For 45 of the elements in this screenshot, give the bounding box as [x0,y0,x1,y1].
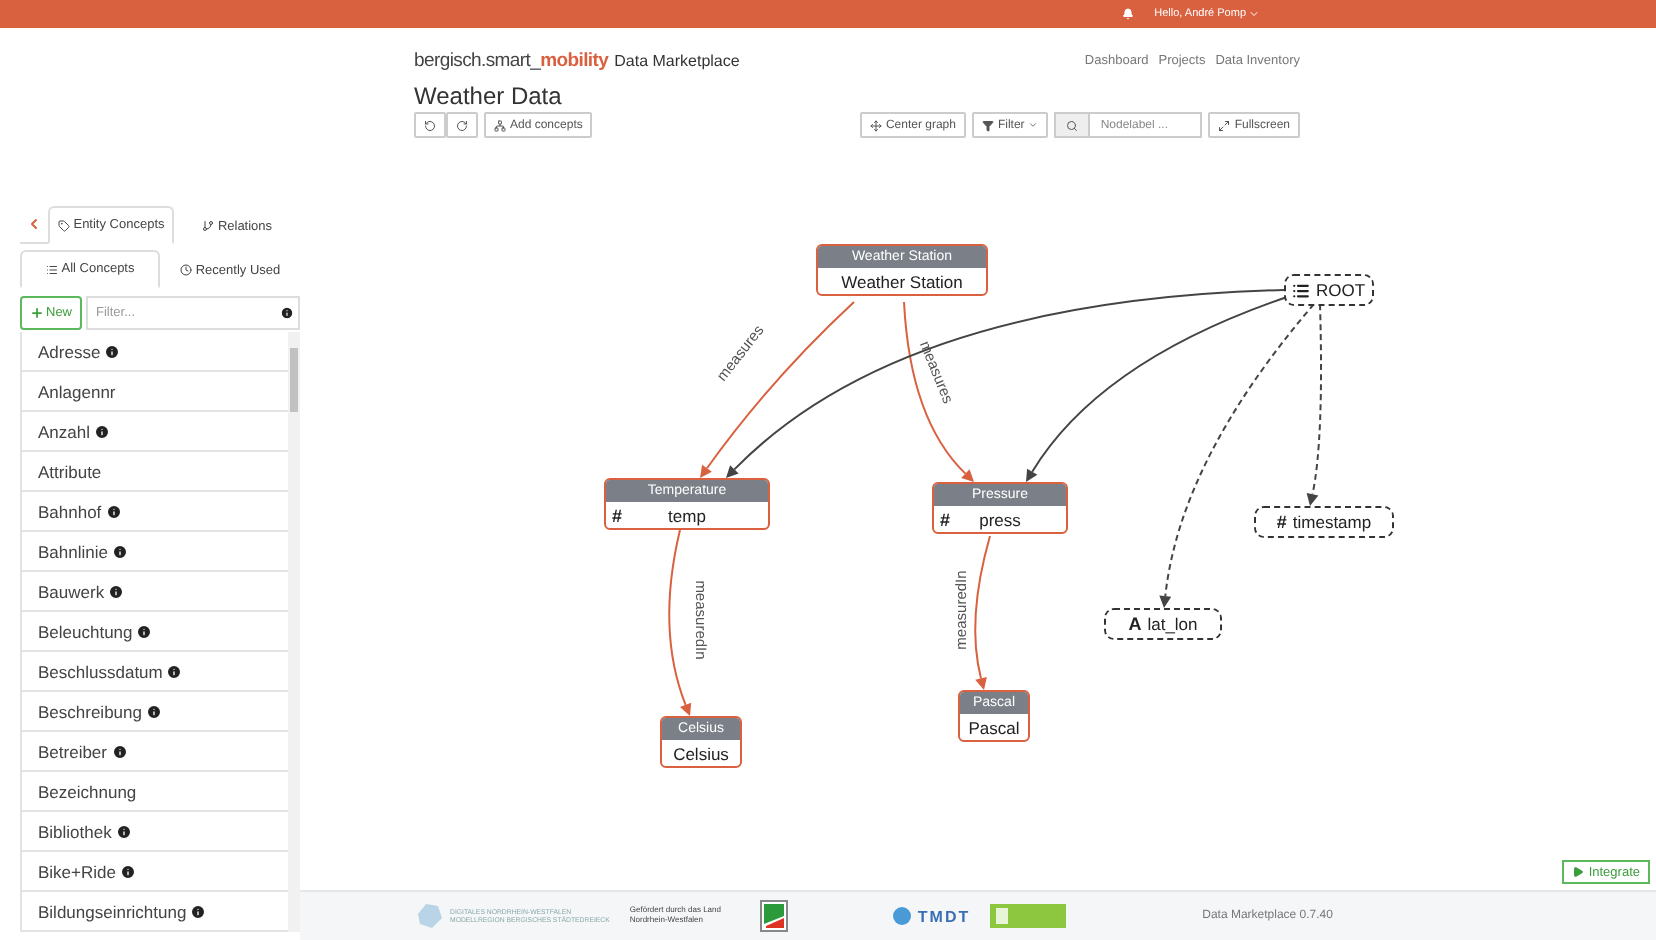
concept-name: Beschreibung [38,701,142,721]
network-icon [494,119,506,131]
branch-icon [201,220,214,232]
tag-icon [57,219,70,231]
concept-name: Anzahl [38,421,90,441]
concept-name: Beleuchtung [38,621,133,641]
coat-of-arms-icon [759,900,788,932]
concept-name: Beschlussdatum [38,661,163,681]
clock-icon [179,264,192,276]
play-icon [1572,866,1585,878]
move-icon [869,119,882,131]
partner-logo: TMDT [917,907,971,925]
globe-icon [891,906,912,926]
chevron-left-icon [26,216,42,232]
caret-icon [1248,8,1260,20]
concept-name: Adresse [38,341,101,361]
concept-name: Anlagennr [38,381,116,401]
filter-icon [981,119,994,131]
plus-icon [30,306,44,320]
bell-icon[interactable] [1122,8,1135,20]
caret-icon [1028,120,1039,130]
concept-name: Attribute [38,461,102,481]
concept-name: Bibliothek [38,821,112,841]
field-node[interactable]: A lat_lon [1104,608,1222,640]
concept-name: Bezeichnung [38,781,137,801]
concept-name: Bahnhof [38,501,102,521]
search-icon [1054,112,1091,138]
undo-icon [424,119,436,131]
info-icon [280,306,294,320]
list-icon [45,263,58,275]
brand-logo: bergisch.smart_mobility [414,50,609,72]
product-name: Data Marketplace [614,52,740,70]
root-node[interactable]: ROOT [1284,274,1374,306]
list-icon [1292,281,1310,299]
concept-name: Bike+Ride [38,861,116,881]
redo-icon [456,119,468,131]
undo-button[interactable] [414,112,446,138]
concept-name: Bahnlinie [38,541,108,561]
page-title: Weather Data [414,82,564,110]
concept-name: Bildungseinrichtung [38,901,187,921]
field-node[interactable]: # timestamp [1254,506,1394,538]
concept-name: Betreiber [38,741,107,761]
scrollbar[interactable] [288,332,300,932]
redo-button[interactable] [446,112,478,138]
concept-name: Bauwerk [38,581,105,601]
